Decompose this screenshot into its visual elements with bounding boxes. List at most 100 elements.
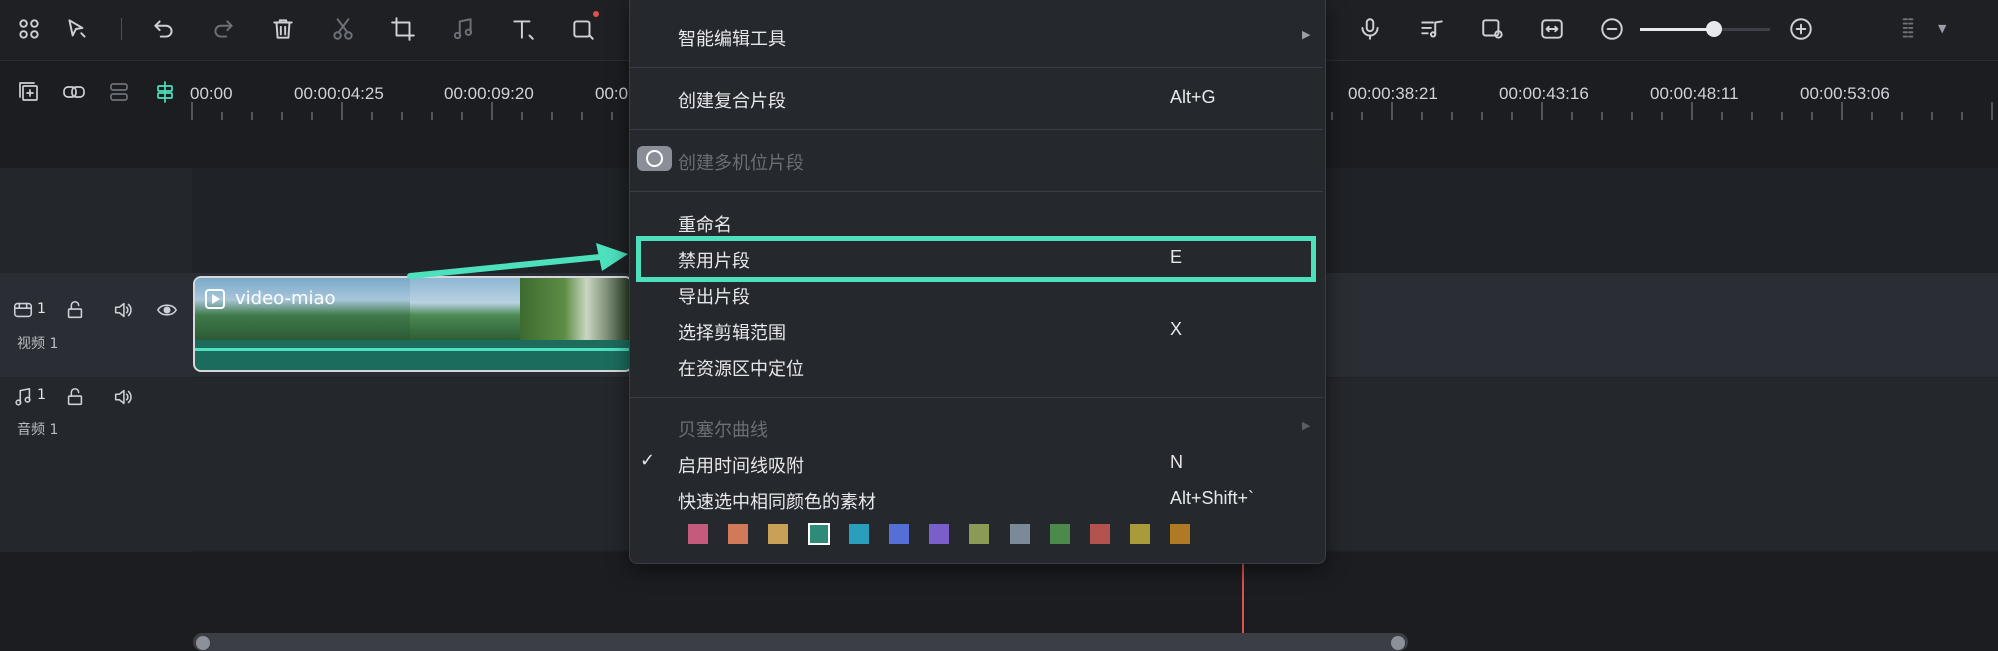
- shape-icon[interactable]: [568, 11, 599, 44]
- zoom-out-icon[interactable]: [1597, 14, 1627, 44]
- speaker-icon[interactable]: [112, 299, 134, 321]
- snap-magnet-icon[interactable]: [151, 78, 179, 106]
- color-swatch[interactable]: [688, 524, 708, 544]
- music-list-icon[interactable]: [1417, 14, 1447, 44]
- video-clip[interactable]: video-miao: [193, 276, 633, 372]
- menu-divider: [630, 397, 1323, 398]
- color-swatch[interactable]: [1170, 524, 1191, 544]
- delete-icon[interactable]: [268, 14, 298, 44]
- menu-item-create-multicam[interactable]: 创建多机位片段: [630, 143, 1323, 177]
- menu-item-label: 在资源区中定位: [678, 359, 804, 380]
- video-track-label: 视频 1: [17, 336, 59, 352]
- music-note-icon: [12, 386, 34, 408]
- menu-item-label: 选择剪辑范围: [678, 323, 786, 344]
- submenu-arrow-icon: ▶: [1302, 419, 1311, 432]
- eye-icon[interactable]: [156, 299, 178, 321]
- highlight-box: [636, 236, 1316, 282]
- mic-icon[interactable]: [1355, 14, 1385, 44]
- menu-item-label: 创建复合片段: [678, 91, 786, 112]
- checkmark-icon: ✓: [640, 450, 656, 471]
- color-swatch[interactable]: [768, 524, 789, 544]
- ruler-tick-label: 00:00:09:20: [444, 84, 534, 103]
- audio-track-label: 音频 1: [17, 422, 59, 438]
- color-swatch[interactable]: [1090, 524, 1110, 544]
- zoom-in-icon[interactable]: [1786, 14, 1816, 44]
- context-menu: 智能编辑工具 ▶ 创建复合片段 Alt+G 创建多机位片段 重命名 禁用片段 E…: [629, 0, 1326, 564]
- fit-icon[interactable]: [1537, 14, 1567, 44]
- audio-track-number: 1: [37, 387, 46, 403]
- ruler-tick-label: 00:00:38:21: [1348, 84, 1438, 103]
- clip-title: video-miao: [235, 288, 336, 309]
- menu-item-label: 启用时间线吸附: [678, 456, 804, 477]
- menu-item-label: 贝塞尔曲线: [678, 420, 768, 441]
- ruler-tick-label: 00:00:48:11: [1650, 84, 1739, 103]
- text-icon[interactable]: [508, 14, 538, 44]
- layout-icon[interactable]: [14, 14, 44, 44]
- color-swatch[interactable]: [1130, 524, 1151, 544]
- menu-item-label: 创建多机位片段: [678, 153, 804, 174]
- annotation-arrow: [407, 243, 628, 279]
- lock-icon[interactable]: [64, 386, 86, 408]
- redo-icon[interactable]: [208, 14, 238, 44]
- clip-thumbnail: [520, 278, 631, 340]
- menu-item-create-compound[interactable]: 创建复合片段 Alt+G: [630, 81, 1323, 115]
- menu-item-label: 导出片段: [678, 287, 750, 308]
- crop-icon[interactable]: [388, 14, 418, 44]
- menu-item-select-same-color[interactable]: 快速选中相同颜色的素材 Alt+Shift+`: [630, 482, 1323, 516]
- speaker-icon[interactable]: [112, 386, 134, 408]
- menu-item-shortcut: Alt+Shift+`: [1170, 488, 1255, 508]
- menu-item-bezier-curve[interactable]: 贝塞尔曲线 ▶: [630, 410, 1323, 444]
- menu-divider: [630, 191, 1323, 192]
- color-swatch[interactable]: [1049, 524, 1070, 544]
- scrollbar-right-handle[interactable]: [1391, 636, 1405, 650]
- menu-item-shortcut: N: [1170, 452, 1183, 472]
- play-icon: [205, 289, 225, 309]
- clip-thumbnail: [410, 278, 520, 340]
- undo-icon[interactable]: [149, 14, 179, 44]
- menu-item-select-range[interactable]: 选择剪辑范围 X: [630, 313, 1323, 347]
- timeline-scrollbar[interactable]: [193, 633, 1408, 651]
- color-swatch[interactable]: [728, 524, 749, 544]
- grid-icon[interactable]: [1893, 14, 1923, 44]
- menu-item-shortcut: X: [1170, 319, 1183, 339]
- menu-item-label: 快速选中相同颜色的素材: [678, 492, 876, 513]
- preview-icon[interactable]: [1478, 14, 1508, 44]
- ruler-tick-label: 00:00:43:16: [1499, 84, 1589, 103]
- dropdown-arrow-icon[interactable]: ▼: [1938, 22, 1946, 35]
- add-track-icon[interactable]: [15, 78, 43, 106]
- ruler-tick-label: 00:00:53:06: [1800, 84, 1890, 103]
- ruler-tick-label: 00:00: [190, 84, 233, 103]
- menu-item-locate-in-media[interactable]: 在资源区中定位: [630, 349, 1323, 383]
- zoom-slider-fill: [1640, 28, 1714, 31]
- scrollbar-left-handle[interactable]: [196, 636, 210, 650]
- color-swatch[interactable]: [889, 524, 909, 544]
- menu-item-label: 重命名: [678, 215, 732, 236]
- color-swatch[interactable]: [1009, 524, 1030, 544]
- menu-divider: [630, 67, 1323, 68]
- video-track-number: 1: [37, 301, 46, 317]
- color-swatch[interactable]: [969, 524, 990, 544]
- ruler-tick-label: 00:00:04:25: [294, 84, 384, 103]
- color-swatch[interactable]: [848, 524, 869, 544]
- color-swatch[interactable]: [807, 523, 830, 545]
- menu-item-timeline-snap[interactable]: ✓ 启用时间线吸附 N: [630, 446, 1323, 480]
- link-icon[interactable]: [60, 78, 88, 106]
- menu-item-shortcut: Alt+G: [1170, 87, 1216, 107]
- toolbar-divider: [121, 18, 122, 40]
- menu-item-label: 智能编辑工具: [678, 29, 786, 50]
- menu-item-rename[interactable]: 重命名: [630, 205, 1323, 239]
- menu-item-smart-tools[interactable]: 智能编辑工具 ▶: [630, 19, 1323, 53]
- color-swatch[interactable]: [929, 524, 950, 544]
- audio-waveform: [195, 348, 631, 351]
- cut-icon[interactable]: [328, 14, 358, 44]
- clock-icon: [637, 146, 672, 171]
- menu-divider: [630, 129, 1323, 130]
- video-track-icon: [12, 299, 34, 321]
- menu-item-export-clip[interactable]: 导出片段: [630, 277, 1323, 311]
- track-layout-icon[interactable]: [105, 78, 133, 106]
- audio-edit-icon[interactable]: [448, 14, 478, 44]
- submenu-arrow-icon: ▶: [1302, 28, 1311, 41]
- lock-icon[interactable]: [64, 299, 86, 321]
- zoom-slider-handle[interactable]: [1706, 21, 1722, 37]
- select-tool-icon[interactable]: [62, 14, 92, 44]
